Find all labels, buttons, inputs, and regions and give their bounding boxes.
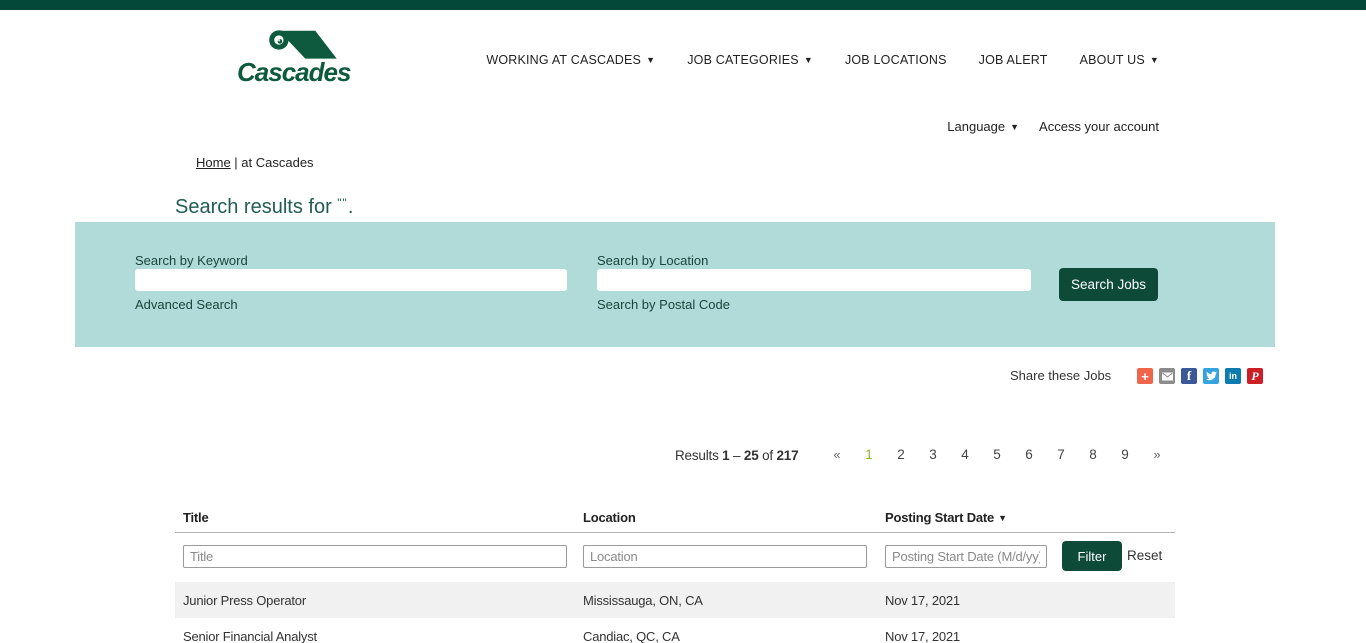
addthis-share-icon[interactable]: + bbox=[1137, 368, 1153, 384]
reset-button[interactable]: Reset bbox=[1127, 548, 1162, 563]
job-title[interactable]: Senior Financial Analyst bbox=[175, 629, 575, 643]
table-row[interactable]: Junior Press Operator Mississauga, ON, C… bbox=[175, 582, 1175, 618]
twitter-share-icon[interactable] bbox=[1203, 368, 1219, 384]
keyword-input[interactable] bbox=[135, 269, 567, 291]
nav-about-us[interactable]: ABOUT US▼ bbox=[1080, 53, 1159, 67]
column-header-posting-start-date[interactable]: Posting Start Date▼ bbox=[877, 510, 1175, 525]
column-header-title[interactable]: Title bbox=[175, 510, 575, 525]
filter-button[interactable]: Filter bbox=[1062, 541, 1122, 571]
page-6[interactable]: 6 bbox=[1013, 447, 1045, 462]
keyword-label: Search by Keyword bbox=[135, 253, 248, 268]
location-input[interactable] bbox=[597, 269, 1031, 291]
page-3[interactable]: 3 bbox=[917, 447, 949, 462]
page-9[interactable]: 9 bbox=[1109, 447, 1141, 462]
main-nav: WORKING AT CASCADES▼ JOB CATEGORIES▼ JOB… bbox=[486, 53, 1159, 67]
page-title: Search results for "". bbox=[175, 196, 353, 219]
breadcrumb-home-link[interactable]: Home bbox=[196, 155, 231, 170]
breadcrumb: Home | at Cascades bbox=[196, 155, 314, 170]
access-account-link[interactable]: Access your account bbox=[1039, 119, 1159, 134]
search-term: "" bbox=[337, 196, 348, 210]
results-count: Results 1 – 25 of 217 bbox=[675, 448, 798, 463]
utility-nav: Language▼ Access your account bbox=[947, 119, 1159, 134]
pagination: « 1 2 3 4 5 6 7 8 9 » bbox=[821, 447, 1173, 462]
job-search-panel: Search by Keyword Advanced Search Search… bbox=[75, 222, 1275, 347]
chevron-down-icon: ▼ bbox=[646, 55, 655, 65]
breadcrumb-current: | at Cascades bbox=[231, 155, 314, 170]
page-7[interactable]: 7 bbox=[1045, 447, 1077, 462]
title-filter-input[interactable] bbox=[183, 545, 567, 568]
page-1[interactable]: 1 bbox=[853, 447, 885, 462]
sort-desc-icon: ▼ bbox=[998, 513, 1007, 523]
page-next[interactable]: » bbox=[1141, 447, 1173, 462]
page-5[interactable]: 5 bbox=[981, 447, 1013, 462]
advanced-search-link[interactable]: Advanced Search bbox=[135, 297, 238, 312]
nav-job-categories[interactable]: JOB CATEGORIES▼ bbox=[687, 53, 813, 67]
chevron-down-icon: ▼ bbox=[804, 55, 813, 65]
job-posting-date: Nov 17, 2021 bbox=[877, 593, 1175, 608]
job-title[interactable]: Junior Press Operator bbox=[175, 593, 575, 608]
page-4[interactable]: 4 bbox=[949, 447, 981, 462]
linkedin-share-icon[interactable]: in bbox=[1225, 368, 1241, 384]
brand-wordmark: Cascades bbox=[237, 57, 350, 88]
table-filter-row: Filter Reset bbox=[175, 533, 1175, 582]
page-prev[interactable]: « bbox=[821, 447, 853, 462]
table-row[interactable]: Senior Financial Analyst Candiac, QC, CA… bbox=[175, 618, 1175, 643]
chevron-down-icon: ▼ bbox=[1150, 55, 1159, 65]
share-icons: + f in P bbox=[1137, 368, 1263, 384]
top-accent-bar bbox=[0, 0, 1366, 10]
nav-job-locations[interactable]: JOB LOCATIONS bbox=[845, 53, 947, 67]
location-label: Search by Location bbox=[597, 253, 708, 268]
language-menu[interactable]: Language▼ bbox=[947, 119, 1019, 134]
search-jobs-button[interactable]: Search Jobs bbox=[1059, 268, 1158, 301]
column-header-location[interactable]: Location bbox=[575, 510, 877, 525]
share-jobs-label: Share these Jobs bbox=[1010, 368, 1111, 383]
jobs-table: Title Location Posting Start Date▼ Filte… bbox=[175, 503, 1175, 643]
page-8[interactable]: 8 bbox=[1077, 447, 1109, 462]
table-header-row: Title Location Posting Start Date▼ bbox=[175, 503, 1175, 533]
job-location: Mississauga, ON, CA bbox=[575, 593, 877, 608]
cascades-logo[interactable]: Cascades bbox=[237, 28, 347, 86]
page-2[interactable]: 2 bbox=[885, 447, 917, 462]
email-share-icon[interactable] bbox=[1159, 368, 1175, 384]
date-filter-input[interactable] bbox=[885, 545, 1047, 568]
facebook-share-icon[interactable]: f bbox=[1181, 368, 1197, 384]
nav-working-at-cascades[interactable]: WORKING AT CASCADES▼ bbox=[486, 53, 655, 67]
pinterest-share-icon[interactable]: P bbox=[1247, 368, 1263, 384]
chevron-down-icon: ▼ bbox=[1010, 122, 1019, 132]
location-filter-input[interactable] bbox=[583, 545, 867, 568]
nav-job-alert[interactable]: JOB ALERT bbox=[979, 53, 1048, 67]
job-posting-date: Nov 17, 2021 bbox=[877, 629, 1175, 643]
careers-page: Cascades WORKING AT CASCADES▼ JOB CATEGO… bbox=[0, 0, 1366, 643]
postal-code-link[interactable]: Search by Postal Code bbox=[597, 297, 730, 312]
job-location: Candiac, QC, CA bbox=[575, 629, 877, 643]
